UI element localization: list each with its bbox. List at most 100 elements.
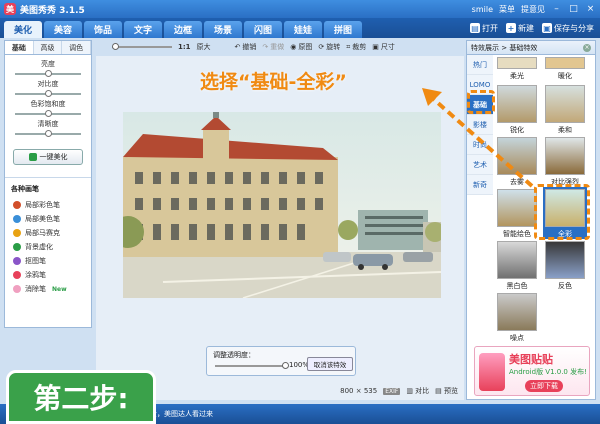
- tab-face[interactable]: 美容: [44, 21, 82, 38]
- cutout-icon: [13, 257, 21, 265]
- category-hot[interactable]: 热门: [467, 55, 493, 75]
- save-share-button[interactable]: ▣ 保存与分享: [542, 23, 594, 34]
- magic-icon: [28, 153, 37, 161]
- effect-preview: [545, 241, 585, 279]
- app-logo-icon: 美: [4, 3, 16, 15]
- maximize-icon[interactable]: □: [568, 4, 579, 15]
- menu-link[interactable]: 菜单: [499, 4, 515, 15]
- crop-button[interactable]: ⌗ 裁剪: [346, 42, 366, 52]
- brush-doodle[interactable]: 涂鸦笔: [5, 268, 91, 282]
- brush-local-color[interactable]: 局部彩色笔: [5, 198, 91, 212]
- contrast-slider[interactable]: [15, 90, 81, 97]
- edited-photo[interactable]: [123, 112, 441, 298]
- brush-icon: [13, 201, 21, 209]
- slider-knob[interactable]: [45, 110, 52, 117]
- step-badge: 第二步:: [6, 370, 156, 424]
- subtab-advanced[interactable]: 高级: [33, 41, 63, 54]
- effect-black-white[interactable]: 黑白色: [495, 241, 539, 291]
- slider-knob[interactable]: [45, 90, 52, 97]
- canvas-toolbar: 1:1 原大 ↶ 撤销 ↷ 重做 ◉ 原图 ⟳ 旋转 ⌗ 裁剪 ▣ 尺寸: [96, 40, 464, 54]
- subtab-color[interactable]: 调色: [62, 41, 92, 54]
- opacity-label: 调整透明度：: [213, 351, 255, 359]
- canvas-area: 选择“基础-全彩” 调整透明度： 100% 取消该特效: [96, 56, 464, 400]
- tab-beautify[interactable]: 美化: [4, 21, 42, 38]
- effect-preview: [545, 57, 585, 69]
- slider-knob[interactable]: [282, 362, 289, 369]
- effect-preview: [545, 137, 585, 175]
- opacity-slider[interactable]: [215, 362, 289, 369]
- original-image-button[interactable]: ◉ 原图: [290, 42, 312, 52]
- window-title: 美图秀秀 3.1.5: [20, 5, 85, 16]
- effect-soft-light[interactable]: 柔光: [495, 57, 539, 81]
- preview-button[interactable]: ▤ 预览: [435, 386, 458, 396]
- brightness-slider[interactable]: [15, 70, 81, 77]
- slider-knob[interactable]: [45, 70, 52, 77]
- adjust-panel: 基础 高级 调色 亮度 对比度 色彩饱和度 清晰度 一键美化 各种画笔 局部彩色…: [4, 40, 92, 328]
- minimize-icon[interactable]: –: [551, 4, 562, 15]
- tab-flash[interactable]: 闪图: [244, 21, 282, 38]
- effect-preview: [545, 85, 585, 123]
- rotate-button[interactable]: ⟳ 旋转: [318, 42, 340, 52]
- circle-icon: ◉: [290, 43, 297, 51]
- tab-text[interactable]: 文字: [124, 21, 162, 38]
- annotation-arrow: [422, 88, 534, 188]
- sharpness-label: 清晰度: [37, 120, 59, 128]
- slider-knob[interactable]: [45, 130, 52, 137]
- close-panel-icon[interactable]: ×: [583, 43, 591, 52]
- saturation-label: 色彩饱和度: [30, 100, 66, 108]
- tab-collage[interactable]: 拼图: [324, 21, 362, 38]
- open-button[interactable]: ▤ 打开: [470, 23, 498, 34]
- crop-icon: ⌗: [346, 42, 351, 51]
- effect-noise[interactable]: 噪点: [495, 293, 539, 343]
- blur-icon: [13, 243, 21, 251]
- effect-warm[interactable]: 暖化: [543, 57, 587, 81]
- slider-knob[interactable]: [112, 43, 119, 50]
- subtab-basic[interactable]: 基础: [5, 41, 34, 54]
- redo-button[interactable]: ↷ 重做: [262, 42, 284, 52]
- one-click-beautify-button[interactable]: 一键美化: [13, 149, 83, 165]
- brush-mosaic[interactable]: 局部马赛克: [5, 226, 91, 240]
- tab-accessories[interactable]: 饰品: [84, 21, 122, 38]
- sharpness-slider[interactable]: [15, 130, 81, 137]
- zoom-ratio[interactable]: 1:1: [178, 43, 191, 51]
- zoom-slider[interactable]: [112, 43, 172, 50]
- compare-button[interactable]: ▥ 对比: [406, 386, 429, 396]
- download-now-button[interactable]: 立即下载: [525, 380, 563, 392]
- rotate-icon: ⟳: [318, 43, 325, 51]
- effect-high-contrast[interactable]: 对比强烈: [543, 137, 587, 187]
- close-icon[interactable]: ×: [585, 4, 596, 15]
- highlight-full-color-effect: [534, 184, 590, 240]
- effect-smart-color[interactable]: 智能绘色: [495, 189, 539, 239]
- brush-cutout[interactable]: 抠图笔: [5, 254, 91, 268]
- new-badge: New: [52, 285, 67, 293]
- brush-icon: [13, 215, 21, 223]
- user-name[interactable]: smile: [472, 5, 493, 14]
- effects-breadcrumb: 特效展示 > 基础特效 ×: [467, 41, 595, 55]
- brush-list: 各种画笔 局部彩色笔 局部美色笔 局部马赛克 背景虚化 抠图笔 涂鸦笔 消除笔 N…: [5, 177, 91, 296]
- effect-preview: [497, 293, 537, 331]
- brush-eraser[interactable]: 消除笔 New: [5, 282, 91, 296]
- brush-blur[interactable]: 背景虚化: [5, 240, 91, 254]
- tab-scene[interactable]: 场景: [204, 21, 242, 38]
- undo-button[interactable]: ↶ 撤销: [235, 42, 257, 52]
- status-text: 士，美图达人看过来: [150, 410, 213, 418]
- adjust-sub-tabs: 基础 高级 调色: [5, 41, 92, 55]
- tab-doll[interactable]: 娃娃: [284, 21, 322, 38]
- effect-soft[interactable]: 柔和: [543, 85, 587, 135]
- brush-local-beauty[interactable]: 局部美色笔: [5, 212, 91, 226]
- contrast-label: 对比度: [37, 80, 59, 88]
- new-button[interactable]: + 新建: [506, 23, 534, 34]
- original-size-button[interactable]: 原大: [197, 42, 211, 52]
- effect-invert[interactable]: 反色: [543, 241, 587, 291]
- size-button[interactable]: ▣ 尺寸: [372, 42, 395, 52]
- redo-icon: ↷: [262, 43, 269, 51]
- effect-preview: [497, 241, 537, 279]
- promo-banner[interactable]: 美图贴贴 Android版 V1.0.0 发布! 立即下载: [474, 346, 590, 396]
- feedback-link[interactable]: 提意见: [521, 4, 545, 15]
- plus-icon: +: [506, 23, 516, 33]
- opacity-panel: 调整透明度： 100% 取消该特效: [206, 346, 356, 376]
- tab-frame[interactable]: 边框: [164, 21, 202, 38]
- exif-button[interactable]: EXIF: [383, 387, 401, 395]
- cancel-effect-button[interactable]: 取消该特效: [307, 357, 353, 371]
- saturation-slider[interactable]: [15, 110, 81, 117]
